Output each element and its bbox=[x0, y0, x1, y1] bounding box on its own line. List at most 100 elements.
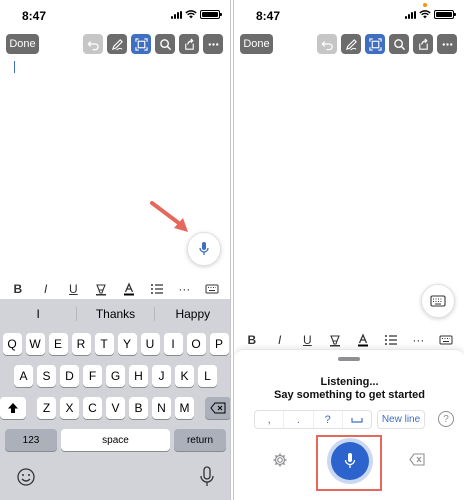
key[interactable]: W bbox=[25, 333, 45, 355]
new-line-button[interactable]: New line bbox=[377, 410, 425, 429]
font-color-button[interactable] bbox=[356, 331, 370, 349]
comma-button[interactable]: , bbox=[255, 411, 285, 428]
status-icons bbox=[405, 10, 456, 19]
keyboard-bottom-bar bbox=[0, 461, 230, 500]
key[interactable]: G bbox=[106, 365, 125, 387]
key[interactable]: Z bbox=[37, 397, 56, 419]
emoji-icon[interactable] bbox=[16, 467, 36, 487]
keyboard-dictation-icon[interactable] bbox=[199, 466, 215, 488]
suggestion[interactable]: Happy bbox=[155, 307, 230, 321]
delete-backspace-icon[interactable] bbox=[409, 453, 425, 466]
undo-icon bbox=[320, 40, 333, 50]
done-button[interactable]: Done bbox=[240, 34, 273, 54]
focus-frame-icon bbox=[134, 37, 148, 51]
share-icon bbox=[418, 38, 428, 50]
more-button[interactable] bbox=[203, 34, 223, 54]
show-keyboard-button[interactable] bbox=[421, 284, 455, 318]
numbers-key[interactable]: 123 bbox=[5, 429, 57, 451]
key[interactable]: I bbox=[163, 333, 183, 355]
suggestion[interactable]: Thanks bbox=[77, 307, 155, 321]
wifi-icon bbox=[419, 10, 431, 19]
key[interactable]: Q bbox=[2, 333, 22, 355]
key-row-1: Q W E R T Y U I O P bbox=[0, 333, 230, 355]
key[interactable]: P bbox=[209, 333, 229, 355]
underline-button[interactable]: U bbox=[66, 280, 80, 298]
help-icon[interactable]: ? bbox=[438, 411, 454, 427]
space-icon bbox=[351, 417, 363, 423]
font-color-icon bbox=[123, 282, 134, 296]
space-button[interactable] bbox=[343, 411, 371, 428]
editor-toolbar: Done bbox=[240, 34, 458, 56]
done-button[interactable]: Done bbox=[6, 34, 39, 54]
key[interactable]: Y bbox=[117, 333, 137, 355]
dictate-button[interactable] bbox=[187, 232, 221, 266]
focus-button[interactable] bbox=[365, 34, 385, 54]
share-button[interactable] bbox=[179, 34, 199, 54]
draw-button[interactable] bbox=[107, 34, 127, 54]
undo-button[interactable] bbox=[83, 34, 103, 54]
key[interactable]: E bbox=[48, 333, 68, 355]
keyboard-toggle-button[interactable] bbox=[205, 280, 219, 298]
more-format-button[interactable]: ··· bbox=[177, 280, 191, 298]
keyboard-icon bbox=[205, 284, 219, 294]
key[interactable]: F bbox=[83, 365, 102, 387]
undo-button[interactable] bbox=[317, 34, 337, 54]
settings-gear-icon[interactable] bbox=[272, 452, 288, 468]
italic-button[interactable]: I bbox=[273, 331, 287, 349]
drag-handle[interactable] bbox=[338, 357, 360, 361]
suggestion[interactable]: I bbox=[0, 307, 78, 321]
key[interactable]: H bbox=[129, 365, 148, 387]
highlight-button[interactable] bbox=[328, 331, 342, 349]
text-cursor bbox=[14, 61, 15, 73]
share-icon bbox=[184, 38, 194, 50]
underline-button[interactable]: U bbox=[300, 331, 314, 349]
battery-icon bbox=[200, 10, 222, 19]
key[interactable]: V bbox=[106, 397, 125, 419]
italic-button[interactable]: I bbox=[39, 280, 53, 298]
key[interactable]: X bbox=[60, 397, 79, 419]
shift-key[interactable] bbox=[0, 397, 26, 419]
dictation-mic-button[interactable] bbox=[331, 442, 369, 480]
space-key[interactable]: space bbox=[61, 429, 170, 451]
key[interactable]: L bbox=[198, 365, 217, 387]
focus-button[interactable] bbox=[131, 34, 151, 54]
right-screen: 8:47 Done B I U ··· Listening... Say som… bbox=[233, 0, 464, 500]
key[interactable]: B bbox=[129, 397, 148, 419]
key[interactable]: C bbox=[83, 397, 102, 419]
signal-icon bbox=[171, 10, 182, 19]
period-button[interactable]: . bbox=[284, 411, 314, 428]
key[interactable]: K bbox=[175, 365, 194, 387]
backspace-key[interactable] bbox=[205, 397, 230, 419]
key[interactable]: N bbox=[152, 397, 171, 419]
bold-button[interactable]: B bbox=[245, 331, 259, 349]
key[interactable]: T bbox=[94, 333, 114, 355]
editor-toolbar: Done bbox=[6, 34, 224, 56]
key[interactable]: D bbox=[60, 365, 79, 387]
key[interactable]: R bbox=[71, 333, 91, 355]
return-key[interactable]: return bbox=[174, 429, 226, 451]
key[interactable]: M bbox=[175, 397, 194, 419]
highlight-button[interactable] bbox=[94, 280, 108, 298]
key[interactable]: J bbox=[152, 365, 171, 387]
status-time: 8:47 bbox=[22, 9, 47, 23]
key[interactable]: O bbox=[186, 333, 206, 355]
search-button[interactable] bbox=[155, 34, 175, 54]
draw-button[interactable] bbox=[341, 34, 361, 54]
question-mark-button[interactable]: ? bbox=[314, 411, 343, 428]
bullet-list-button[interactable] bbox=[384, 331, 398, 349]
mic-in-use-indicator bbox=[423, 3, 427, 7]
key[interactable]: S bbox=[37, 365, 56, 387]
search-button[interactable] bbox=[389, 34, 409, 54]
more-button[interactable] bbox=[437, 34, 457, 54]
microphone-icon bbox=[199, 242, 209, 255]
font-color-button[interactable] bbox=[122, 280, 136, 298]
keyboard-toggle-button[interactable] bbox=[439, 331, 453, 349]
key[interactable]: U bbox=[140, 333, 160, 355]
key[interactable]: A bbox=[14, 365, 33, 387]
bullet-list-button[interactable] bbox=[150, 280, 164, 298]
more-format-button[interactable]: ··· bbox=[411, 331, 425, 349]
signal-icon bbox=[405, 10, 416, 19]
share-button[interactable] bbox=[413, 34, 433, 54]
bold-button[interactable]: B bbox=[11, 280, 25, 298]
search-icon bbox=[393, 38, 405, 50]
